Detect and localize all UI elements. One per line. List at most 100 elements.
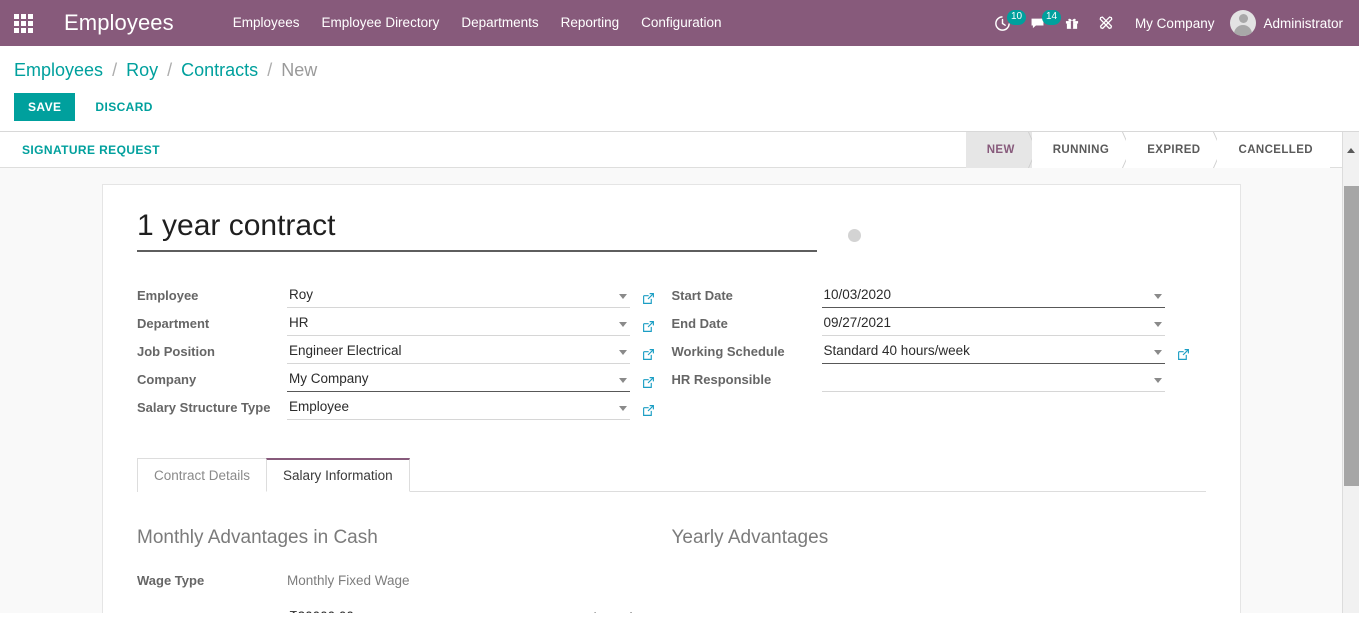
form-view-container: Employee Department: [0, 168, 1359, 613]
control-panel-buttons: SAVE DISCARD: [14, 93, 1359, 121]
department-input[interactable]: [287, 314, 630, 336]
menu-item-configuration[interactable]: Configuration: [630, 0, 732, 46]
job-position-internal-link-icon[interactable]: [642, 348, 655, 361]
wage-unit-label: / month: [592, 610, 637, 613]
field-label-working-schedule: Working Schedule: [672, 344, 822, 364]
field-row-wage-type: Wage Type Monthly Fixed Wage: [137, 565, 672, 591]
vertical-scrollbar[interactable]: [1342, 168, 1359, 613]
field-row-working-schedule: Working Schedule: [672, 336, 1207, 364]
field-label-wage-type: Wage Type: [137, 573, 287, 591]
field-label-hr-responsible: HR Responsible: [672, 372, 822, 392]
wage-input[interactable]: [287, 609, 582, 613]
field-row-employee: Employee: [137, 280, 672, 308]
user-menu-button[interactable]: Administrator: [1226, 10, 1351, 36]
notebook: Contract Details Salary Information Mont…: [137, 458, 1206, 613]
field-label-employee: Employee: [137, 288, 287, 308]
status-stage-expired[interactable]: EXPIRED: [1126, 132, 1217, 168]
field-control-hr-responsible: [822, 370, 1165, 392]
menu-item-employee-directory[interactable]: Employee Directory: [311, 0, 451, 46]
field-label-start-date: Start Date: [672, 288, 822, 308]
salary-structure-type-internal-link-icon[interactable]: [642, 404, 655, 417]
apps-menu-button[interactable]: [0, 0, 46, 46]
yearly-advantages-title: Yearly Advantages: [672, 526, 1207, 550]
status-stage-label: NEW: [987, 144, 1015, 156]
breadcrumb-separator: /: [167, 60, 172, 80]
breadcrumb-item-employees[interactable]: Employees: [14, 60, 103, 80]
gift-menu-button[interactable]: [1055, 0, 1089, 46]
field-row-department: Department: [137, 308, 672, 336]
field-label-wage: Wage: [137, 610, 287, 613]
form-column-left: Employee Department: [137, 280, 672, 420]
working-schedule-internal-link-icon[interactable]: [1177, 348, 1190, 361]
working-schedule-input[interactable]: [822, 342, 1165, 364]
field-label-company: Company: [137, 372, 287, 392]
breadcrumb-item-new: New: [281, 60, 317, 80]
tab-contract-details[interactable]: Contract Details: [137, 458, 267, 492]
breadcrumb-item-roy[interactable]: Roy: [126, 60, 158, 80]
statusbar-row: SIGNATURE REQUEST NEW RUNNING EXPIRED CA…: [0, 132, 1359, 168]
menu-item-departments[interactable]: Departments: [450, 0, 549, 46]
top-navbar: Employees Employees Employee Directory D…: [0, 0, 1359, 46]
employee-internal-link-icon[interactable]: [642, 292, 655, 305]
scrollbar-thumb[interactable]: [1344, 186, 1359, 486]
wage-type-value: Monthly Fixed Wage: [287, 573, 410, 591]
main-menu: Employees Employee Directory Departments…: [222, 0, 733, 46]
kanban-state-dot-icon[interactable]: [848, 229, 861, 242]
status-stages: NEW RUNNING EXPIRED CANCELLED: [966, 132, 1330, 168]
field-label-end-date: End Date: [672, 316, 822, 336]
status-stage-running[interactable]: RUNNING: [1032, 132, 1126, 168]
field-label-job-position: Job Position: [137, 344, 287, 364]
record-title-row: [137, 209, 1206, 252]
field-label-department: Department: [137, 316, 287, 336]
save-button[interactable]: SAVE: [14, 93, 75, 121]
field-row-wage: Wage / month: [137, 602, 672, 613]
company-internal-link-icon[interactable]: [642, 376, 655, 389]
salary-structure-type-input[interactable]: [287, 398, 630, 420]
status-stage-label: EXPIRED: [1147, 144, 1200, 156]
discard-button[interactable]: DISCARD: [83, 93, 164, 121]
employee-input[interactable]: [287, 286, 630, 308]
avatar: [1230, 10, 1256, 36]
field-row-job-position: Job Position: [137, 336, 672, 364]
breadcrumb-separator: /: [267, 60, 272, 80]
field-row-salary-structure-type: Salary Structure Type: [137, 392, 672, 420]
field-control-start-date: [822, 286, 1165, 308]
field-control-end-date: [822, 314, 1165, 336]
tab-salary-information[interactable]: Salary Information: [266, 458, 410, 492]
hr-responsible-input[interactable]: [822, 370, 1165, 392]
monthly-advantages-group: Monthly Advantages in Cash Wage Type Mon…: [137, 526, 672, 613]
control-panel: Employees / Roy / Contracts / New SAVE D…: [0, 46, 1359, 132]
form-fields-grid: Employee Department: [137, 280, 1206, 420]
status-stage-cancelled[interactable]: CANCELLED: [1217, 132, 1330, 168]
field-row-start-date: Start Date: [672, 280, 1207, 308]
company-switcher[interactable]: My Company: [1123, 16, 1227, 31]
activities-menu-button[interactable]: 10: [985, 0, 1020, 46]
signature-request-button[interactable]: SIGNATURE REQUEST: [22, 143, 160, 157]
status-stage-new[interactable]: NEW: [966, 132, 1032, 168]
form-column-right: Start Date End Date: [672, 280, 1207, 420]
messages-menu-button[interactable]: 14: [1020, 0, 1055, 46]
status-stage-label: CANCELLED: [1238, 144, 1313, 156]
job-position-input[interactable]: [287, 342, 630, 364]
field-control-working-schedule: [822, 342, 1165, 364]
end-date-input[interactable]: [822, 314, 1165, 336]
start-date-input[interactable]: [822, 286, 1165, 308]
breadcrumb-separator: /: [112, 60, 117, 80]
systray: 10 14 My Company Administra: [985, 0, 1351, 46]
apps-grid-icon: [14, 14, 33, 33]
app-brand-title: Employees: [46, 10, 186, 36]
field-control-salary-structure-type: [287, 398, 630, 420]
scrollbar-up-button[interactable]: [1342, 132, 1359, 168]
field-control-company: [287, 370, 630, 392]
field-label-salary-structure-type: Salary Structure Type: [137, 400, 287, 420]
notebook-tabs: Contract Details Salary Information: [137, 458, 1206, 492]
debug-tools-menu-button[interactable]: [1089, 0, 1123, 46]
menu-item-reporting[interactable]: Reporting: [550, 0, 631, 46]
company-input[interactable]: [287, 370, 630, 392]
breadcrumb-item-contracts[interactable]: Contracts: [181, 60, 258, 80]
form-sheet: Employee Department: [102, 184, 1241, 613]
menu-item-employees[interactable]: Employees: [222, 0, 311, 46]
field-control-job-position: [287, 342, 630, 364]
department-internal-link-icon[interactable]: [642, 320, 655, 333]
contract-name-input[interactable]: [137, 209, 817, 252]
